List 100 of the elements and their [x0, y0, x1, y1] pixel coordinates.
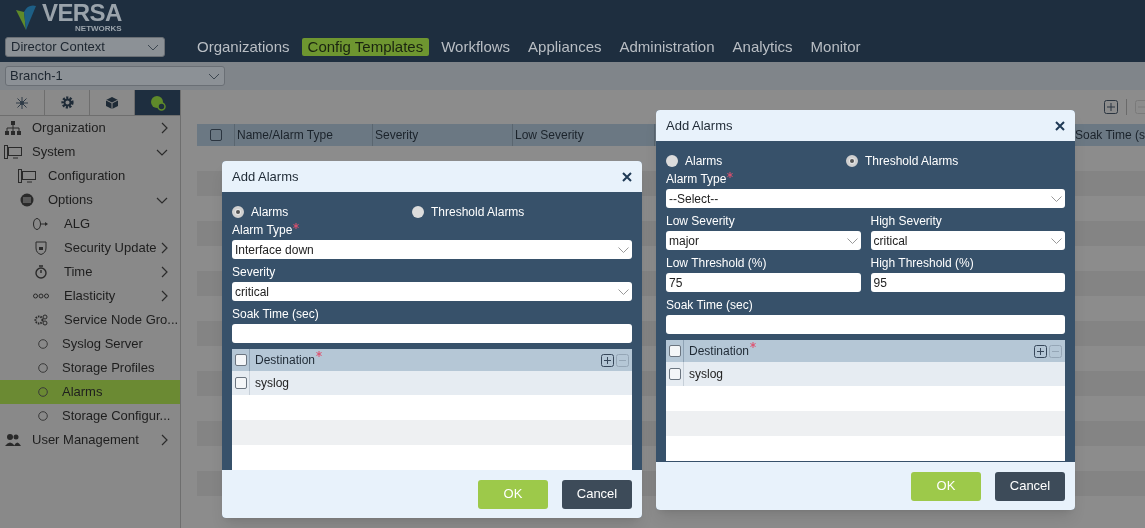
nav-tab[interactable]: Appliances: [522, 38, 608, 56]
chevron-down-icon: [147, 43, 159, 51]
settings-icon: [59, 95, 75, 110]
monitor-icon: [18, 169, 36, 183]
radio-label: Threshold Alarms: [431, 204, 525, 221]
select-field[interactable]: Interface down: [232, 240, 632, 259]
radio-button[interactable]: [232, 206, 244, 218]
chevron-down-icon: [1051, 237, 1062, 244]
radio-label: Alarms: [251, 204, 289, 221]
field-label: Soak Time (sec): [666, 298, 754, 313]
tree-item[interactable]: Options: [0, 188, 180, 212]
radio-label: Threshold Alarms: [865, 153, 959, 170]
chevron-down-icon[interactable]: [156, 196, 168, 204]
logo-text: VERSA: [42, 1, 122, 25]
select-field[interactable]: critical: [232, 282, 632, 301]
nav-tab[interactable]: Analytics: [726, 38, 799, 56]
field-label: Alarm Type: [232, 223, 632, 238]
add-icon[interactable]: [1034, 344, 1047, 358]
tree-item[interactable]: Configuration: [0, 164, 180, 188]
nodes-icon: [33, 292, 49, 300]
dialog-title: Add Alarms: [232, 167, 299, 186]
sidebar-tab[interactable]: [135, 90, 180, 115]
tree-item[interactable]: User Management: [0, 428, 180, 452]
tree-item[interactable]: Alarms: [0, 380, 180, 404]
cancel-button[interactable]: Cancel: [995, 471, 1065, 501]
circle-icon: [38, 339, 48, 349]
nav-tab[interactable]: Administration: [613, 38, 721, 56]
tree-item[interactable]: Syslog Server: [0, 332, 180, 356]
select-field[interactable]: critical: [870, 231, 1065, 250]
close-icon[interactable]: [1055, 120, 1065, 131]
select-field[interactable]: --Select--: [666, 189, 1065, 208]
checkbox[interactable]: [234, 354, 247, 366]
tree-item[interactable]: System: [0, 140, 180, 164]
field-label: Low Severity: [666, 214, 736, 229]
field-label: Soak Time (sec): [232, 307, 320, 322]
nav-tab[interactable]: Organizations: [191, 38, 296, 56]
checkbox[interactable]: [234, 377, 247, 389]
cancel-button[interactable]: Cancel: [562, 479, 632, 509]
field-label: Severity: [232, 265, 277, 280]
input-field[interactable]: 95: [870, 273, 1065, 292]
tree-item[interactable]: Storage Profiles: [0, 356, 180, 380]
nav-tab[interactable]: Workflows: [435, 38, 517, 56]
network-icon: [15, 95, 29, 110]
column-header: Soak Time (s: [1074, 127, 1145, 144]
circle-icon: [38, 411, 48, 421]
chevron-down-icon: [618, 246, 629, 253]
circle-icon: [38, 363, 48, 373]
chevron-right-icon[interactable]: [161, 242, 168, 254]
column-header: Severity: [373, 124, 513, 146]
add-icon[interactable]: [1104, 100, 1118, 114]
field-label: Low Threshold (%): [666, 256, 768, 271]
column-header: Destination: [689, 342, 1034, 360]
chevron-down-icon: [1051, 195, 1062, 202]
table-cell-text: syslog: [255, 375, 289, 392]
context-select[interactable]: Director Context: [5, 37, 165, 57]
branch-select[interactable]: Branch-1: [5, 66, 225, 86]
close-icon[interactable]: [622, 171, 632, 182]
chevron-right-icon[interactable]: [161, 266, 168, 278]
dialog-title: Add Alarms: [666, 116, 733, 135]
table-cell-text: syslog: [689, 366, 723, 383]
radio-button[interactable]: [412, 206, 424, 218]
monitor-icon: [4, 145, 22, 159]
globe-gear-icon: [149, 94, 166, 111]
column-header: Destination: [255, 351, 601, 369]
radio-button[interactable]: [846, 155, 858, 167]
nav-tab[interactable]: Monitor: [804, 38, 867, 56]
input-field[interactable]: 75: [666, 273, 861, 292]
column-header: Low Severity: [513, 124, 655, 146]
tree-item[interactable]: Time: [0, 260, 180, 284]
cube-icon: [105, 95, 119, 110]
add-icon[interactable]: [601, 353, 614, 367]
checkbox[interactable]: [668, 345, 681, 357]
tree-item[interactable]: Storage Configur...: [0, 404, 180, 428]
tree-item[interactable]: Organization: [0, 116, 180, 140]
chevron-right-icon[interactable]: [161, 290, 168, 302]
checkbox[interactable]: [209, 129, 222, 141]
chevron-down-icon: [208, 72, 220, 80]
field-label: High Severity: [870, 214, 943, 229]
chevron-right-icon[interactable]: [161, 122, 168, 134]
users-icon: [5, 434, 21, 446]
chevron-right-icon[interactable]: [161, 434, 168, 446]
tree-item[interactable]: ALG: [0, 212, 180, 236]
select-field[interactable]: major: [666, 231, 861, 250]
input-field[interactable]: [666, 315, 1065, 334]
input-field[interactable]: [232, 324, 632, 343]
logo-subtext: NETWORKS: [75, 25, 122, 33]
nav-tab[interactable]: Config Templates: [301, 38, 430, 56]
tree-item[interactable]: Security Update: [0, 236, 180, 260]
radio-button[interactable]: [666, 155, 678, 167]
circle-icon: [38, 387, 48, 397]
chevron-down-icon[interactable]: [156, 148, 168, 156]
tree-item[interactable]: Service Node Gro...: [0, 308, 180, 332]
hierarchy-icon: [5, 121, 21, 135]
plug-icon: [33, 218, 49, 230]
tree-item[interactable]: Elasticity: [0, 284, 180, 308]
gears-icon: [34, 314, 48, 326]
checkbox[interactable]: [668, 368, 681, 380]
shield-icon: [35, 241, 47, 255]
field-label: High Threshold (%): [870, 256, 975, 271]
column-header: Name/Alarm Type: [235, 124, 373, 146]
